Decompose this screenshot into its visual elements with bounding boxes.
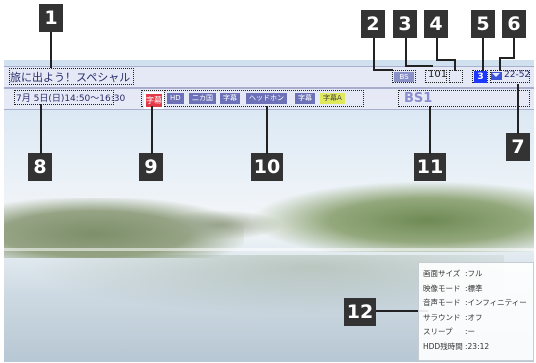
info-row: 映像モード:標準 [423,283,483,293]
water-glint [4,248,534,251]
info-row: 音声モード:インフィニティー [423,298,527,308]
status-subtitle: 字幕 [220,93,240,104]
callout-4: 4 [424,10,448,38]
leader-line-4b [436,59,455,61]
leader-line-8 [40,104,42,154]
info-row: HDD残時間:23:12 [423,341,490,351]
status-hd: HD [167,93,184,104]
callout-12: 12 [344,298,376,326]
info-label: 映像モード [423,283,461,293]
callout-3: 3 [393,10,417,38]
info-value: ー [467,327,476,337]
info-row: サラウンド:オフ [423,312,483,322]
tag-three: 3 [474,71,487,83]
status-dual: 二カ国 [189,93,216,104]
bs-tag: BS [394,72,414,82]
mail-icon [491,72,502,80]
callout-5: 5 [471,10,495,38]
leader-line-6c [499,57,501,71]
channel-number: 101 [428,69,448,80]
hill-right [254,182,534,252]
time-range: 22-52 [504,70,531,80]
leader-line-2 [373,38,375,70]
info-value: 標準 [467,283,483,293]
info-label: 音声モード [423,298,461,308]
info-value: 23:12 [467,341,490,351]
status-subtitle-a: 字幕A [320,93,345,104]
callout-8: 8 [28,153,52,181]
info-label: スリープ [423,327,453,337]
leader-line-2b [373,69,393,71]
subtitle-tag: 字幕 [144,92,164,109]
leader-line-5 [482,38,484,71]
info-value: インフィニティー [467,298,527,308]
info-label: HDD残時間 [423,341,463,351]
station-name: BS1 [404,91,433,106]
callout-11: 11 [414,153,446,181]
leader-line-6b [500,57,515,59]
mode-box [449,70,463,83]
leader-line-11 [429,106,431,154]
callout-1: 1 [39,4,63,32]
callout-9: 9 [139,153,163,181]
leader-line-9 [151,106,153,154]
leader-line-3 [405,38,407,66]
info-value: オフ [467,312,483,322]
program-title: 旅に出よう！スペシャル [10,71,131,84]
callout-2: 2 [361,10,385,38]
callout-7: 7 [506,133,530,161]
leader-line-4c [454,59,456,71]
leader-line-7 [517,84,519,134]
leader-line-1 [50,32,52,68]
leader-line-10 [266,106,268,154]
info-panel: 画面サイズ:フル 映像モード:標準 音声モード:インフィニティー サラウンド:オ… [418,262,534,361]
callout-6: 6 [502,10,526,38]
info-value: フル [467,269,483,278]
leader-line-6 [513,38,515,58]
info-row: スリープ:ー [423,327,476,337]
info-label: 画面サイズ [423,269,461,278]
info-row: 画面サイズ:フル [423,269,483,278]
callout-10: 10 [251,153,283,181]
status-headphone: ヘッドホン [246,93,287,104]
info-label: サラウンド [423,312,461,322]
leader-line-4 [436,38,438,60]
leader-line-3b [405,65,433,67]
program-datetime: 7月 5日(日)14:50～16:30 [16,94,126,104]
status-subtitle-2: 字幕 [295,93,315,104]
